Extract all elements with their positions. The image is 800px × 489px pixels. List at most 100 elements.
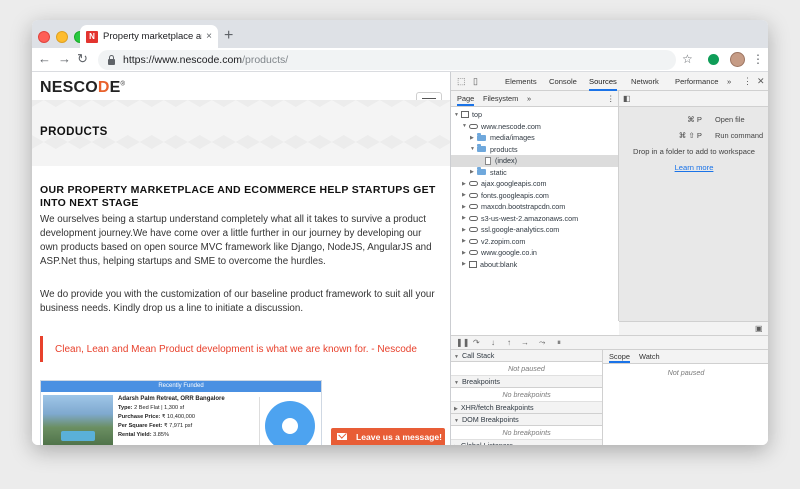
expanded-arrow-icon: ▼ [454,418,459,424]
section-title: Global Listeners [461,441,513,445]
mail-icon [337,433,347,440]
tree-item[interactable]: ▶ media/images [451,132,618,144]
tree-item[interactable]: ▶ s3-us-west-2.amazonaws.com [451,213,618,225]
section-header[interactable]: ▼ Call Stack [451,350,602,362]
recently-funded-card[interactable]: Recently Funded Adarsh Palm Retreat, ORR… [40,380,322,445]
folder-icon [477,144,486,153]
subtab-page[interactable]: Page [457,94,475,106]
subtab-more[interactable]: » [527,94,531,103]
section-status: No breakpoints [451,388,602,402]
pause-icon[interactable]: ❚❚ [456,338,469,347]
learn-more-link[interactable]: Learn more [619,163,768,172]
more-menu-icon[interactable]: ⋮ [752,52,764,66]
tree-item[interactable]: ▶ ajax.googleapis.com [451,178,618,190]
toggle-navigator-icon[interactable]: ◧ [623,94,631,103]
tree-item[interactable]: (index) [451,155,618,167]
tree-item[interactable]: ▼ products [451,144,618,156]
tab-strip: N Property marketplace and eco × + [32,20,768,48]
tab-elements[interactable]: Elements [505,72,537,91]
minimize-window-button[interactable] [56,31,68,43]
step-over-icon[interactable]: ↷ [473,338,480,347]
section-status: Not paused [451,362,602,376]
tab-sources[interactable]: Sources [589,72,617,91]
tree-item[interactable]: ▼ top [451,109,618,121]
collapsed-arrow-icon[interactable]: ▶ [462,204,469,210]
address-bar[interactable]: https://www.nescode.com/products/ [98,50,676,70]
devtools-panel: ⬚ ▯ Elements Console Sources Network Per… [450,72,768,445]
subtab-filesystem[interactable]: Filesystem [483,94,518,103]
tree-item-label: static [490,167,507,177]
tree-item[interactable]: ▶ v2.zopim.com [451,236,618,248]
collapsed-arrow-icon[interactable]: ▶ [462,181,469,187]
device-toolbar-icon[interactable]: ▯ [473,76,478,87]
section-title: Breakpoints [461,377,500,386]
step-out-icon[interactable]: ↑ [507,338,511,347]
bookmark-star-icon[interactable]: ☆ [682,52,693,66]
debugger-sidebar: ▼ Call Stack Not paused ▼ Breakpoints No brea… [451,350,603,445]
collapsed-arrow-icon[interactable]: ▶ [462,261,469,267]
card-divider [259,397,260,445]
profile-avatar[interactable] [730,52,745,67]
pause-on-exceptions-icon[interactable]: ⏸ [557,338,561,348]
tree-item[interactable]: ▶ static [451,167,618,179]
collapsed-arrow-icon[interactable]: ▶ [470,169,477,175]
navigator-menu-icon[interactable]: ⋮ [607,94,614,103]
section-header[interactable]: ▶Global Listeners [451,440,602,445]
step-into-icon[interactable]: ↓ [491,338,495,347]
tagline-quote: Clean, Lean and Mean Product development… [40,336,440,362]
expanded-arrow-icon[interactable]: ▼ [462,123,469,129]
collapsed-arrow-icon[interactable]: ▶ [462,250,469,256]
close-window-button[interactable] [38,31,50,43]
rental-yield: 3.85% [153,432,170,438]
property-name: Adarsh Palm Retreat, ORR Bangalore [118,396,225,402]
tree-item[interactable]: ▶ www.google.co.in [451,247,618,259]
collapsed-arrow-icon[interactable]: ▶ [470,135,477,141]
tree-item[interactable]: ▼ www.nescode.com [451,121,618,133]
tab-performance[interactable]: Performance [675,72,718,91]
desktop-background: N Property marketplace and eco × + ← → ↻… [0,0,800,489]
tree-item[interactable]: ▶ maxcdn.bootstrapcdn.com [451,201,618,213]
tab-network[interactable]: Network [631,72,659,91]
tree-item[interactable]: ▶ about:blank [451,259,618,271]
collapsed-arrow-icon[interactable]: ▶ [462,192,469,198]
devtools-close-icon[interactable]: ✕ [757,76,765,87]
section-header[interactable]: ▼ DOM Breakpoints [451,414,602,426]
tab-scope[interactable]: Scope [609,352,630,363]
tree-item-label: v2.zopim.com [481,236,526,246]
page-title: PRODUCTS [40,126,108,138]
extension-icon[interactable] [708,54,719,65]
more-tabs-button[interactable]: » [727,72,731,91]
expanded-arrow-icon[interactable]: ▼ [454,112,461,118]
deactivate-breakpoints-icon[interactable]: ⤳ [539,338,545,348]
toggle-debugger-icon[interactable]: ▣ [755,324,763,333]
section-header[interactable]: ▼ Breakpoints [451,376,602,388]
forward-arrow-icon[interactable]: → [58,51,71,66]
close-tab-icon[interactable]: × [206,31,212,42]
section-title: XHR/fetch Breakpoints [460,403,534,412]
back-arrow-icon[interactable]: ← [38,51,51,66]
editor-footer: ▣ [619,321,768,335]
price-per-sqft: ₹ 7,971 psf [164,423,193,429]
cloud-icon [469,123,478,129]
tree-item[interactable]: ▶ ssl.google-analytics.com [451,224,618,236]
collapsed-arrow-icon[interactable]: ▶ [462,215,469,221]
site-logo[interactable]: NESCODE® [40,79,125,97]
browser-tab[interactable]: N Property marketplace and eco × [80,25,218,48]
tab-watch[interactable]: Watch [639,352,660,361]
inspect-element-icon[interactable]: ⬚ [457,76,466,87]
scope-watch-tabs: Scope Watch [603,350,768,364]
leave-message-button[interactable]: Leave us a message! [331,428,445,445]
new-tab-button[interactable]: + [224,27,233,45]
tree-item-label: (index) [495,156,517,166]
reload-icon[interactable]: ↻ [77,51,88,67]
devtools-menu-icon[interactable]: ⋮ [743,76,752,87]
tree-item[interactable]: ▶ fonts.googleapis.com [451,190,618,202]
step-icon[interactable]: → [521,338,529,347]
expanded-arrow-icon[interactable]: ▼ [470,146,477,152]
section-header[interactable]: ▶ XHR/fetch Breakpoints [451,402,602,414]
collapsed-arrow-icon[interactable]: ▶ [462,238,469,244]
shortcut-keys-run: ⌘ ⇧ P [678,131,702,140]
tree-item-label: products [490,144,518,154]
collapsed-arrow-icon[interactable]: ▶ [462,227,469,233]
tab-console[interactable]: Console [549,72,577,91]
